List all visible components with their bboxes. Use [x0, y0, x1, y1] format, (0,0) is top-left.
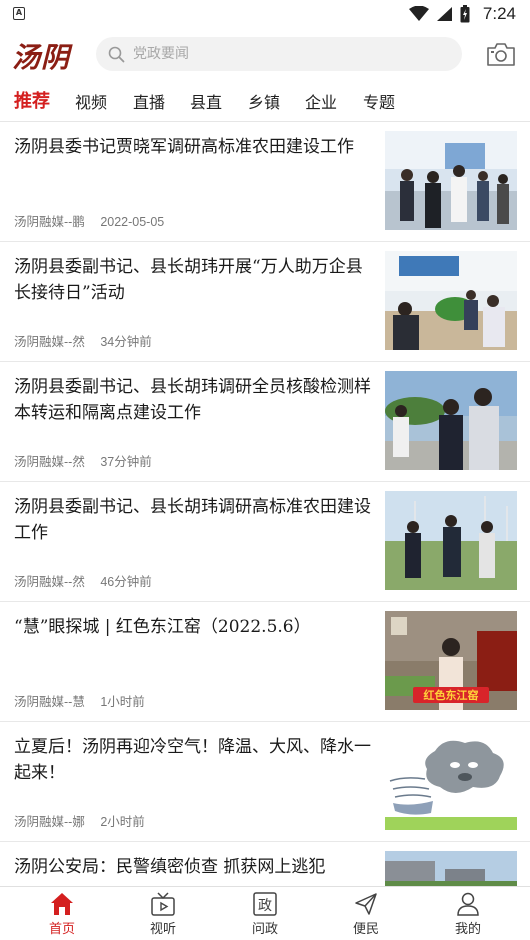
- news-time: 2022-05-05: [100, 215, 165, 229]
- news-list: 汤阴县委书记贾晓军调研高标准农田建设工作 汤阴融媒--鹏 2022-05-05 …: [0, 122, 530, 886]
- nav-label: 便民: [352, 922, 379, 937]
- news-title: 立夏后！汤阴再迎冷空气！降温、大风、降水一起来！: [14, 737, 371, 783]
- app-header: 汤阴: [0, 30, 530, 80]
- news-title: 汤阴县委副书记、县长胡玮调研高标准农田建设工作: [14, 497, 371, 543]
- news-meta: 汤阴融媒--然 46分钟前: [14, 571, 152, 590]
- battery-icon: [460, 5, 470, 23]
- news-title: 汤阴公安局：民警缜密侦查 抓获网上逃犯: [14, 857, 326, 877]
- news-time: 37分钟前: [100, 455, 152, 469]
- nav-profile[interactable]: 我的: [433, 891, 503, 937]
- tab-video[interactable]: 视频: [75, 89, 107, 113]
- news-item[interactable]: 汤阴县委副书记、县长胡玮开展“万人助万企县长接待日”活动 汤阴融媒--然 34分…: [0, 242, 530, 362]
- tab-county[interactable]: 县直: [190, 89, 222, 113]
- news-time: 1小时前: [100, 695, 145, 709]
- tv-icon: [151, 892, 175, 916]
- zheng-icon: 政: [253, 892, 277, 916]
- news-item[interactable]: “慧”眼探城 | 红色东江窑（2022.5.6） 汤阴融媒--慧 1小时前 红色…: [0, 602, 530, 722]
- tab-enterprise[interactable]: 企业: [305, 89, 337, 113]
- send-icon: [355, 893, 377, 915]
- search-input[interactable]: [133, 46, 433, 62]
- tab-topics[interactable]: 专题: [363, 89, 395, 113]
- bottom-nav: 首页 视听 政 问政 便民 我的: [0, 886, 530, 940]
- news-item[interactable]: 汤阴公安局：民警缜密侦查 抓获网上逃犯: [0, 842, 530, 886]
- news-source: 汤阴融媒--娜: [14, 815, 85, 829]
- news-meta: 汤阴融媒--娜 2小时前: [14, 811, 145, 830]
- nav-inquiry[interactable]: 政 问政: [230, 891, 300, 937]
- news-item[interactable]: 汤阴县委书记贾晓军调研高标准农田建设工作 汤阴融媒--鹏 2022-05-05: [0, 122, 530, 242]
- tab-recommend[interactable]: 推荐: [14, 87, 50, 113]
- news-title: 汤阴县委书记贾晓军调研高标准农田建设工作: [14, 137, 354, 157]
- news-title: 汤阴县委副书记、县长胡玮开展“万人助万企县长接待日”活动: [14, 257, 363, 303]
- clock: 7:24: [482, 4, 516, 23]
- nav-convenience[interactable]: 便民: [331, 891, 401, 937]
- wifi-icon: [408, 6, 429, 21]
- news-thumbnail: [385, 371, 517, 470]
- tab-live[interactable]: 直播: [133, 89, 165, 113]
- news-thumbnail: [385, 491, 517, 590]
- news-thumbnail: [385, 251, 517, 350]
- news-meta: 汤阴融媒--慧 1小时前: [14, 691, 145, 710]
- camera-icon[interactable]: [486, 41, 516, 67]
- news-thumbnail: [385, 131, 517, 230]
- news-source: 汤阴融媒--然: [14, 455, 85, 469]
- status-bar: A 7:24: [0, 0, 530, 30]
- nav-label: 我的: [454, 922, 481, 937]
- news-source: 汤阴融媒--慧: [14, 695, 85, 709]
- home-icon: [51, 893, 73, 915]
- nav-label: 首页: [48, 922, 75, 937]
- search-icon: [108, 46, 125, 62]
- status-icons: 7:24: [408, 4, 516, 24]
- category-tabs: 推荐 视频 直播 县直 乡镇 企业 专题: [0, 80, 530, 122]
- svg-text:政: 政: [258, 898, 272, 914]
- news-source: 汤阴融媒--然: [14, 575, 85, 589]
- nav-label: 问政: [251, 922, 278, 937]
- news-time: 46分钟前: [100, 575, 152, 589]
- news-title: “慧”眼探城 | 红色东江窑（2022.5.6）: [14, 617, 311, 637]
- notification-a-icon: A: [13, 7, 25, 20]
- news-thumbnail: [385, 731, 517, 830]
- user-icon: [457, 892, 479, 916]
- news-title: 汤阴县委副书记、县长胡玮调研全员核酸检测样本转运和隔离点建设工作: [14, 377, 371, 423]
- news-thumbnail: [385, 851, 517, 886]
- signal-icon: [436, 7, 452, 21]
- tab-township[interactable]: 乡镇: [248, 89, 280, 113]
- news-item[interactable]: 立夏后！汤阴再迎冷空气！降温、大风、降水一起来！ 汤阴融媒--娜 2小时前: [0, 722, 530, 842]
- news-item[interactable]: 汤阴县委副书记、县长胡玮调研全员核酸检测样本转运和隔离点建设工作 汤阴融媒--然…: [0, 362, 530, 482]
- news-item[interactable]: 汤阴县委副书记、县长胡玮调研高标准农田建设工作 汤阴融媒--然 46分钟前: [0, 482, 530, 602]
- app-logo: 汤阴: [12, 41, 71, 74]
- news-thumbnail: 红色东江窑: [385, 611, 517, 710]
- nav-label: 视听: [149, 922, 176, 937]
- search-bar[interactable]: [96, 37, 462, 71]
- news-source: 汤阴融媒--鹏: [14, 215, 85, 229]
- news-source: 汤阴融媒--然: [14, 335, 85, 349]
- news-meta: 汤阴融媒--鹏 2022-05-05: [14, 211, 164, 230]
- thumb-caption: 红色东江窑: [424, 688, 479, 702]
- news-time: 34分钟前: [100, 335, 152, 349]
- news-meta: 汤阴融媒--然 37分钟前: [14, 451, 152, 470]
- news-time: 2小时前: [100, 815, 145, 829]
- nav-home[interactable]: 首页: [27, 891, 97, 937]
- nav-audiovisual[interactable]: 视听: [128, 891, 198, 937]
- news-meta: 汤阴融媒--然 34分钟前: [14, 331, 152, 350]
